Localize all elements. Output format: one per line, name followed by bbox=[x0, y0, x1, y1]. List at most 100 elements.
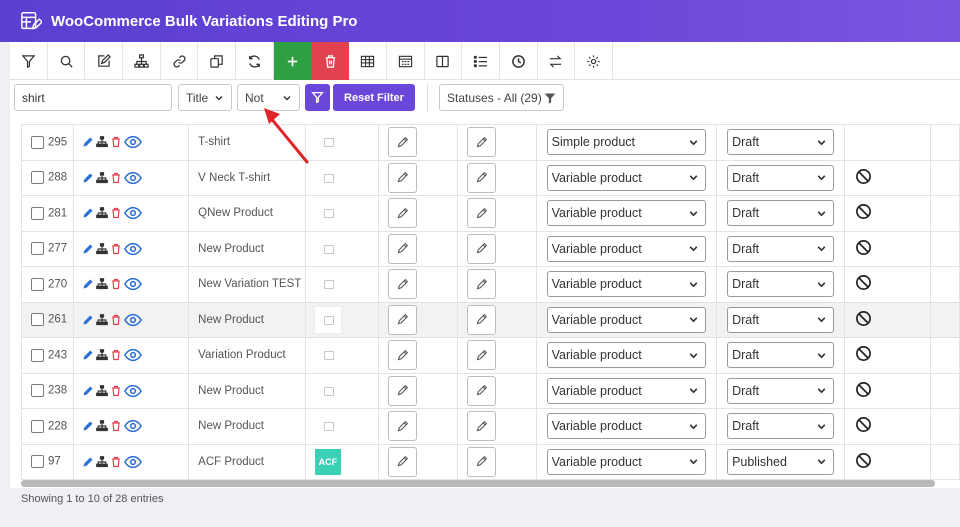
edit-pencil-icon[interactable] bbox=[82, 349, 94, 361]
name-cell[interactable]: New Product bbox=[188, 301, 306, 338]
product-status-select[interactable]: Published bbox=[727, 448, 835, 475]
edit-pencil-icon[interactable] bbox=[82, 456, 94, 468]
trash-icon[interactable] bbox=[110, 172, 122, 184]
hierarchy-icon[interactable] bbox=[95, 313, 108, 326]
reload-button[interactable] bbox=[236, 42, 274, 80]
add-product-button[interactable] bbox=[273, 42, 312, 80]
edit-pencil-icon[interactable] bbox=[82, 314, 94, 326]
history-button[interactable] bbox=[500, 42, 538, 80]
edit-pencil-icon[interactable] bbox=[82, 172, 94, 184]
table-view-button[interactable] bbox=[349, 42, 387, 80]
product-thumbnail[interactable] bbox=[315, 165, 341, 191]
edit-pencil-icon[interactable] bbox=[82, 385, 94, 397]
edit-description-button[interactable] bbox=[387, 340, 417, 371]
edit-short-description-button[interactable] bbox=[466, 127, 496, 158]
product-thumbnail[interactable] bbox=[315, 378, 341, 404]
trash-icon[interactable] bbox=[110, 278, 122, 290]
settings-button[interactable] bbox=[575, 42, 613, 80]
edit-pencil-icon[interactable] bbox=[82, 207, 94, 219]
edit-short-description-button[interactable] bbox=[466, 446, 496, 477]
name-cell[interactable]: New Product bbox=[188, 372, 306, 409]
hierarchy-icon[interactable] bbox=[95, 242, 108, 255]
eye-icon[interactable] bbox=[123, 206, 142, 220]
product-type-select[interactable]: Variable product bbox=[546, 413, 706, 440]
edit-description-button[interactable] bbox=[387, 304, 417, 335]
edit-description-button[interactable] bbox=[387, 375, 417, 406]
edit-description-button[interactable] bbox=[387, 233, 417, 264]
eye-icon[interactable] bbox=[123, 242, 142, 256]
eye-icon[interactable] bbox=[123, 384, 142, 398]
edit-description-button[interactable] bbox=[387, 162, 417, 193]
hierarchy-icon[interactable] bbox=[95, 455, 108, 468]
edit-description-button[interactable] bbox=[387, 269, 417, 300]
product-status-select[interactable]: Draft bbox=[727, 377, 835, 404]
product-status-select[interactable]: Draft bbox=[727, 129, 835, 156]
product-status-select[interactable]: Draft bbox=[727, 413, 835, 440]
product-thumbnail[interactable] bbox=[315, 236, 341, 262]
product-type-select[interactable]: Simple product bbox=[546, 129, 706, 156]
delete-button[interactable] bbox=[311, 42, 350, 80]
edit-description-button[interactable] bbox=[387, 198, 417, 229]
product-status-select[interactable]: Draft bbox=[727, 164, 835, 191]
row-checkbox[interactable] bbox=[31, 242, 44, 256]
trash-icon[interactable] bbox=[110, 136, 122, 148]
status-filter-select[interactable]: Statuses - All (29) bbox=[439, 84, 564, 111]
name-cell[interactable]: New Variation TEST bbox=[188, 266, 306, 303]
name-cell[interactable]: New Product bbox=[188, 408, 306, 445]
search-input[interactable]: shirt bbox=[14, 84, 172, 111]
edit-short-description-button[interactable] bbox=[466, 198, 496, 229]
product-status-select[interactable]: Draft bbox=[727, 342, 835, 369]
edit-short-description-button[interactable] bbox=[466, 340, 496, 371]
name-cell[interactable]: Variation Product bbox=[188, 337, 306, 374]
trash-icon[interactable] bbox=[110, 314, 122, 326]
edit-pencil-icon[interactable] bbox=[82, 278, 94, 290]
name-cell[interactable]: QNew Product bbox=[188, 195, 306, 232]
search-button[interactable] bbox=[48, 42, 86, 80]
trash-icon[interactable] bbox=[110, 207, 122, 219]
link-button[interactable] bbox=[161, 42, 199, 80]
split-view-button[interactable] bbox=[425, 42, 463, 80]
list-view-button[interactable] bbox=[462, 42, 500, 80]
row-checkbox[interactable] bbox=[31, 348, 44, 362]
edit-pencil-icon[interactable] bbox=[82, 420, 94, 432]
name-cell[interactable]: New Product bbox=[188, 230, 306, 267]
reset-filter-button[interactable]: Reset Filter bbox=[333, 84, 415, 111]
product-type-select[interactable]: Variable product bbox=[546, 377, 706, 404]
bulk-edit-button[interactable] bbox=[85, 42, 124, 80]
edit-short-description-button[interactable] bbox=[466, 233, 496, 264]
hierarchy-icon[interactable] bbox=[95, 171, 108, 184]
eye-icon[interactable] bbox=[123, 419, 142, 433]
hierarchy-icon[interactable] bbox=[95, 384, 108, 397]
horizontal-scrollbar-thumb[interactable] bbox=[21, 480, 935, 487]
eye-icon[interactable] bbox=[123, 277, 142, 291]
variations-button[interactable] bbox=[123, 42, 161, 80]
edit-short-description-button[interactable] bbox=[466, 375, 496, 406]
edit-short-description-button[interactable] bbox=[466, 304, 496, 335]
row-checkbox[interactable] bbox=[31, 277, 44, 291]
trash-icon[interactable] bbox=[110, 420, 122, 432]
row-checkbox[interactable] bbox=[31, 419, 44, 433]
hierarchy-icon[interactable] bbox=[95, 278, 108, 290]
edit-pencil-icon[interactable] bbox=[82, 136, 94, 148]
product-thumbnail[interactable] bbox=[315, 342, 341, 368]
edit-short-description-button[interactable] bbox=[466, 411, 496, 442]
hierarchy-icon[interactable] bbox=[95, 207, 108, 219]
trash-icon[interactable] bbox=[110, 349, 122, 361]
column-manager-button[interactable] bbox=[387, 42, 425, 80]
eye-icon[interactable] bbox=[123, 135, 142, 149]
trash-icon[interactable] bbox=[110, 456, 122, 468]
trash-icon[interactable] bbox=[110, 385, 122, 397]
hierarchy-icon[interactable] bbox=[95, 420, 108, 432]
edit-short-description-button[interactable] bbox=[466, 269, 496, 300]
product-type-select[interactable]: Variable product bbox=[546, 235, 706, 262]
product-thumbnail[interactable] bbox=[314, 306, 341, 333]
eye-icon[interactable] bbox=[123, 455, 142, 469]
product-status-select[interactable]: Draft bbox=[727, 200, 835, 227]
row-checkbox[interactable] bbox=[31, 313, 44, 327]
product-type-select[interactable]: Variable product bbox=[546, 200, 706, 227]
row-checkbox[interactable] bbox=[31, 455, 44, 469]
row-checkbox[interactable] bbox=[31, 135, 44, 149]
import-export-button[interactable] bbox=[538, 42, 576, 80]
product-type-select[interactable]: Variable product bbox=[546, 448, 706, 475]
edit-pencil-icon[interactable] bbox=[82, 243, 94, 255]
